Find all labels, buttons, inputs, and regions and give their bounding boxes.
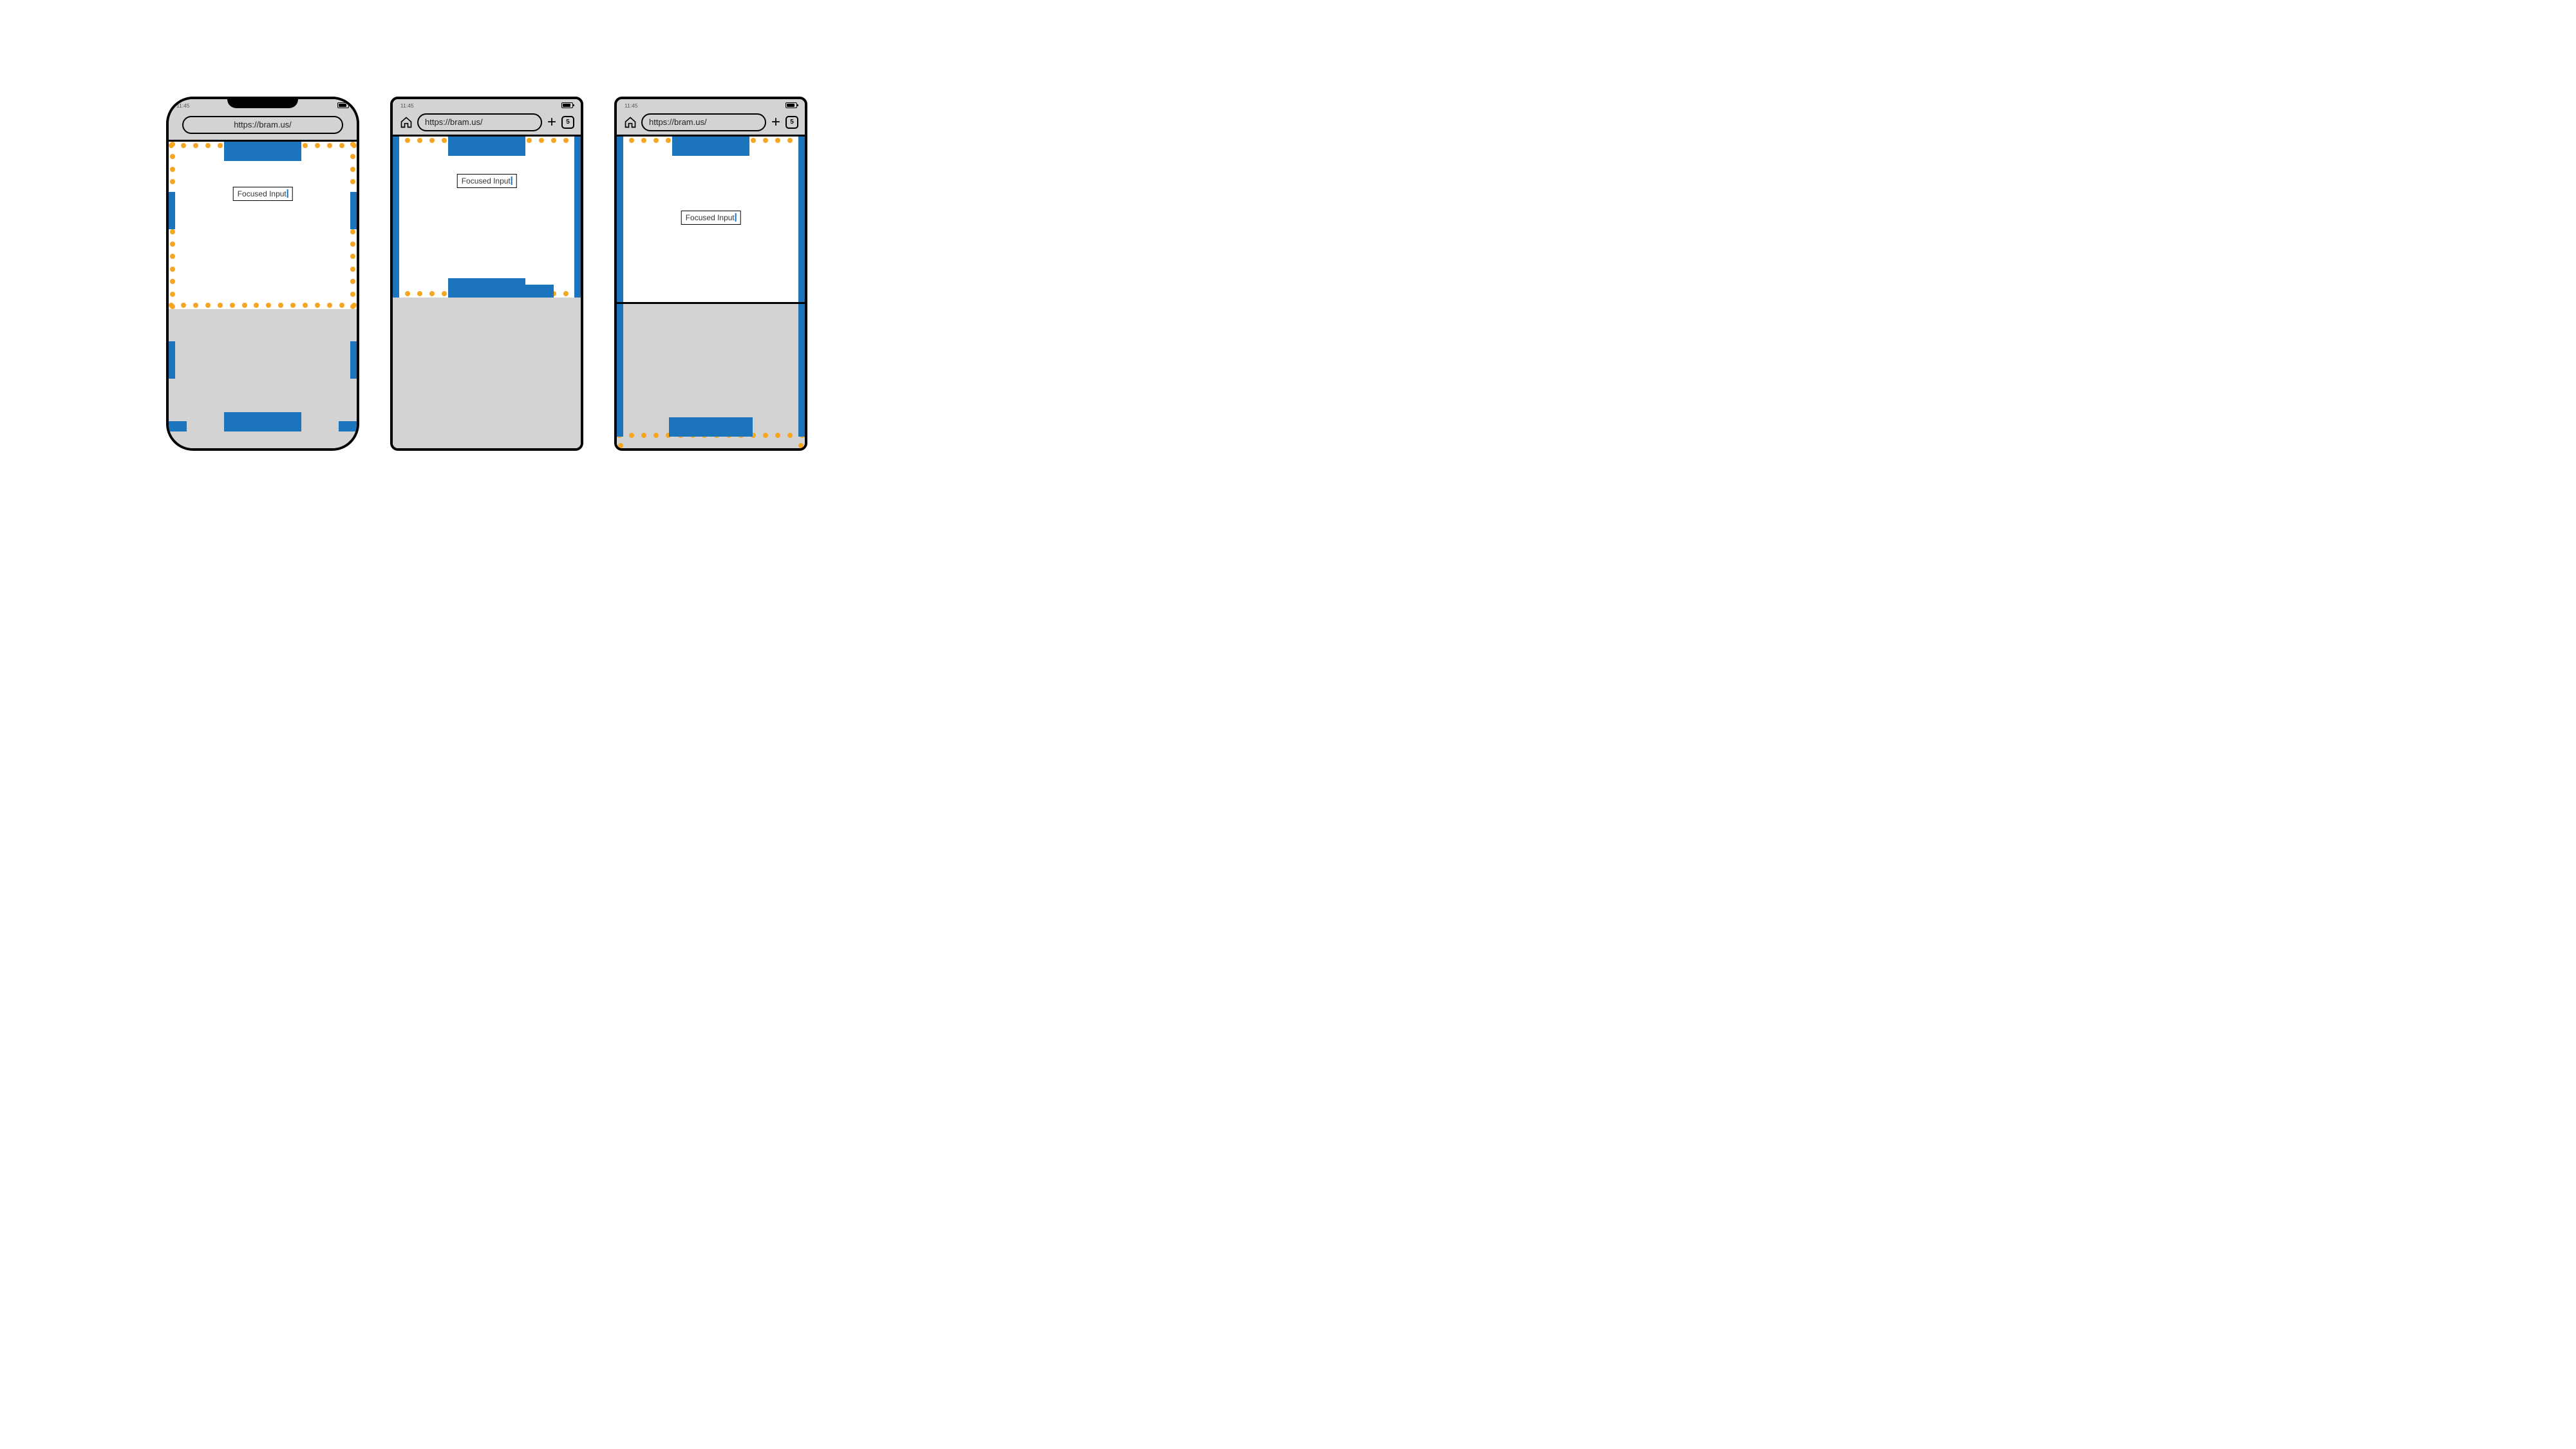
status-bar: 11:45 bbox=[393, 99, 581, 109]
fixed-right-rail bbox=[798, 137, 805, 302]
fixed-bottom-bar bbox=[669, 417, 753, 437]
fixed-bottom-bar-step bbox=[457, 285, 554, 298]
fixed-right-rail bbox=[574, 137, 581, 298]
status-bar: 11:45 bbox=[617, 99, 805, 109]
fixed-right-bar-below bbox=[350, 341, 357, 379]
page-viewport: Focused Input bbox=[169, 142, 357, 309]
virtual-keyboard bbox=[169, 309, 357, 448]
page-viewport-visible: Focused Input bbox=[617, 137, 805, 304]
battery-icon bbox=[561, 102, 573, 108]
layout-viewport-edge-bottom bbox=[169, 303, 357, 308]
fixed-top-bar bbox=[672, 137, 749, 156]
input-value: Focused Input bbox=[686, 213, 735, 222]
new-tab-icon[interactable]: + bbox=[546, 115, 558, 130]
tab-count-button[interactable]: 5 bbox=[785, 116, 798, 129]
browser-chrome: 11:45 https://bram.us/ + 5 bbox=[393, 99, 581, 137]
fixed-left-rail bbox=[393, 137, 399, 298]
fixed-left-bar-below bbox=[169, 341, 175, 379]
address-bar[interactable]: https://bram.us/ bbox=[182, 116, 343, 134]
tab-count: 5 bbox=[790, 118, 794, 126]
fixed-bottom-left-bar bbox=[169, 421, 187, 431]
fixed-left-bar bbox=[169, 192, 175, 229]
fixed-right-bar bbox=[350, 192, 357, 229]
focused-input[interactable]: Focused Input bbox=[457, 174, 517, 188]
fixed-top-bar bbox=[448, 137, 525, 156]
tab-count: 5 bbox=[566, 118, 570, 126]
home-icon[interactable] bbox=[399, 115, 413, 129]
url-text: https://bram.us/ bbox=[649, 117, 707, 127]
focused-input[interactable]: Focused Input bbox=[233, 187, 293, 201]
status-time: 11:45 bbox=[400, 102, 414, 109]
text-caret bbox=[511, 176, 512, 185]
fixed-bottom-bar bbox=[224, 412, 301, 431]
tab-count-button[interactable]: 5 bbox=[561, 116, 574, 129]
fixed-bottom-right-bar bbox=[339, 421, 357, 431]
fixed-left-rail-under bbox=[617, 304, 623, 437]
battery-icon bbox=[785, 102, 797, 108]
input-value: Focused Input bbox=[238, 189, 287, 198]
url-text: https://bram.us/ bbox=[425, 117, 483, 127]
phone-mock-ios: 11:45 https://bram.us/ Focused Input bbox=[166, 97, 359, 451]
text-caret bbox=[735, 213, 737, 222]
url-text: https://bram.us/ bbox=[234, 120, 292, 129]
fixed-top-bar bbox=[224, 142, 301, 161]
focused-input[interactable]: Focused Input bbox=[681, 211, 741, 225]
browser-chrome: 11:45 https://bram.us/ + 5 bbox=[617, 99, 805, 137]
phone-mock-resize: 11:45 https://bram.us/ + 5 F bbox=[390, 97, 583, 451]
home-icon[interactable] bbox=[623, 115, 637, 129]
fixed-left-rail bbox=[617, 137, 623, 302]
virtual-keyboard bbox=[393, 298, 581, 448]
battery-icon bbox=[337, 102, 349, 108]
phone-mock-overlay: 11:45 https://bram.us/ + 5 Focused Input bbox=[614, 97, 807, 451]
status-time: 11:45 bbox=[625, 102, 638, 109]
new-tab-icon[interactable]: + bbox=[770, 115, 782, 130]
address-bar[interactable]: https://bram.us/ bbox=[641, 113, 766, 131]
browser-chrome: 11:45 https://bram.us/ bbox=[169, 99, 357, 142]
address-bar[interactable]: https://bram.us/ bbox=[417, 113, 542, 131]
page-viewport: Focused Input bbox=[393, 137, 581, 298]
text-caret bbox=[287, 189, 288, 198]
device-notch bbox=[227, 97, 298, 108]
virtual-keyboard bbox=[617, 304, 805, 448]
status-time: 11:45 bbox=[176, 102, 190, 109]
fixed-right-rail-under bbox=[798, 304, 805, 437]
input-value: Focused Input bbox=[462, 176, 511, 185]
